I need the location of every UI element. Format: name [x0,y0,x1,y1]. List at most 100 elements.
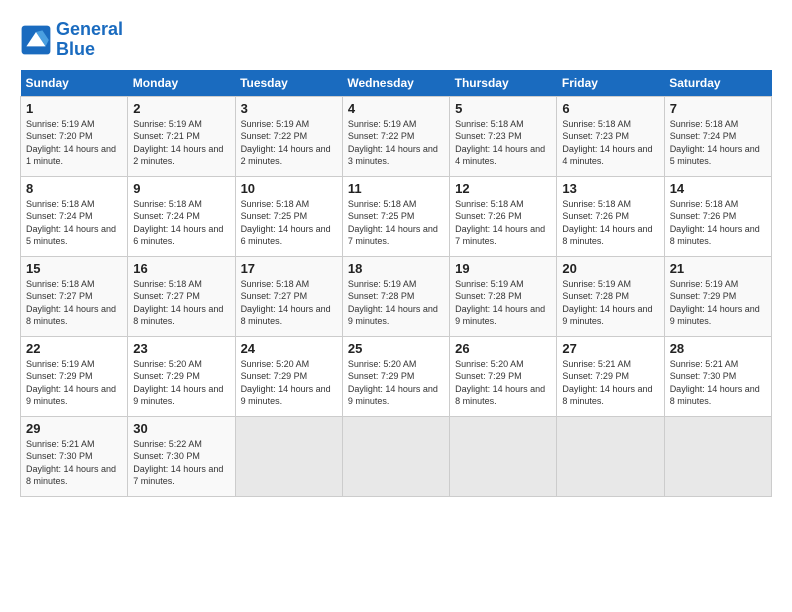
calendar-cell [235,416,342,496]
day-number: 9 [133,181,229,196]
day-number: 1 [26,101,122,116]
day-info: Sunrise: 5:19 AMSunset: 7:29 PMDaylight:… [670,278,766,328]
calendar-cell: 10 Sunrise: 5:18 AMSunset: 7:25 PMDaylig… [235,176,342,256]
day-info: Sunrise: 5:18 AMSunset: 7:26 PMDaylight:… [670,198,766,248]
day-number: 10 [241,181,337,196]
day-info: Sunrise: 5:18 AMSunset: 7:26 PMDaylight:… [455,198,551,248]
day-info: Sunrise: 5:18 AMSunset: 7:27 PMDaylight:… [26,278,122,328]
calendar-cell: 22 Sunrise: 5:19 AMSunset: 7:29 PMDaylig… [21,336,128,416]
calendar-cell: 3 Sunrise: 5:19 AMSunset: 7:22 PMDayligh… [235,96,342,176]
calendar-cell: 25 Sunrise: 5:20 AMSunset: 7:29 PMDaylig… [342,336,449,416]
day-info: Sunrise: 5:18 AMSunset: 7:23 PMDaylight:… [562,118,658,168]
day-info: Sunrise: 5:19 AMSunset: 7:28 PMDaylight:… [348,278,444,328]
calendar-cell: 12 Sunrise: 5:18 AMSunset: 7:26 PMDaylig… [450,176,557,256]
calendar-table: SundayMondayTuesdayWednesdayThursdayFrid… [20,70,772,497]
calendar-cell: 17 Sunrise: 5:18 AMSunset: 7:27 PMDaylig… [235,256,342,336]
day-number: 8 [26,181,122,196]
day-info: Sunrise: 5:18 AMSunset: 7:25 PMDaylight:… [241,198,337,248]
day-info: Sunrise: 5:21 AMSunset: 7:30 PMDaylight:… [670,358,766,408]
calendar-week-5: 29 Sunrise: 5:21 AMSunset: 7:30 PMDaylig… [21,416,772,496]
logo: General Blue [20,20,123,60]
calendar-cell: 28 Sunrise: 5:21 AMSunset: 7:30 PMDaylig… [664,336,771,416]
calendar-cell: 27 Sunrise: 5:21 AMSunset: 7:29 PMDaylig… [557,336,664,416]
day-info: Sunrise: 5:21 AMSunset: 7:30 PMDaylight:… [26,438,122,488]
day-info: Sunrise: 5:20 AMSunset: 7:29 PMDaylight:… [241,358,337,408]
page-header: General Blue [20,20,772,60]
day-info: Sunrise: 5:19 AMSunset: 7:29 PMDaylight:… [26,358,122,408]
day-info: Sunrise: 5:18 AMSunset: 7:24 PMDaylight:… [133,198,229,248]
day-number: 13 [562,181,658,196]
weekday-header-sunday: Sunday [21,70,128,97]
weekday-header-saturday: Saturday [664,70,771,97]
day-info: Sunrise: 5:19 AMSunset: 7:20 PMDaylight:… [26,118,122,168]
calendar-cell: 29 Sunrise: 5:21 AMSunset: 7:30 PMDaylig… [21,416,128,496]
calendar-cell: 15 Sunrise: 5:18 AMSunset: 7:27 PMDaylig… [21,256,128,336]
day-number: 2 [133,101,229,116]
day-info: Sunrise: 5:18 AMSunset: 7:27 PMDaylight:… [133,278,229,328]
day-info: Sunrise: 5:19 AMSunset: 7:22 PMDaylight:… [348,118,444,168]
calendar-cell: 14 Sunrise: 5:18 AMSunset: 7:26 PMDaylig… [664,176,771,256]
weekday-header-tuesday: Tuesday [235,70,342,97]
weekday-header-friday: Friday [557,70,664,97]
day-number: 22 [26,341,122,356]
calendar-header: SundayMondayTuesdayWednesdayThursdayFrid… [21,70,772,97]
day-number: 17 [241,261,337,276]
day-number: 25 [348,341,444,356]
day-info: Sunrise: 5:21 AMSunset: 7:29 PMDaylight:… [562,358,658,408]
weekday-header-monday: Monday [128,70,235,97]
calendar-cell: 8 Sunrise: 5:18 AMSunset: 7:24 PMDayligh… [21,176,128,256]
day-number: 20 [562,261,658,276]
logo-text: General Blue [56,20,123,60]
day-number: 12 [455,181,551,196]
weekday-header-thursday: Thursday [450,70,557,97]
calendar-cell: 16 Sunrise: 5:18 AMSunset: 7:27 PMDaylig… [128,256,235,336]
calendar-week-3: 15 Sunrise: 5:18 AMSunset: 7:27 PMDaylig… [21,256,772,336]
calendar-cell: 19 Sunrise: 5:19 AMSunset: 7:28 PMDaylig… [450,256,557,336]
day-number: 26 [455,341,551,356]
day-number: 27 [562,341,658,356]
day-info: Sunrise: 5:18 AMSunset: 7:26 PMDaylight:… [562,198,658,248]
calendar-cell: 26 Sunrise: 5:20 AMSunset: 7:29 PMDaylig… [450,336,557,416]
calendar-cell: 4 Sunrise: 5:19 AMSunset: 7:22 PMDayligh… [342,96,449,176]
day-number: 28 [670,341,766,356]
day-info: Sunrise: 5:18 AMSunset: 7:25 PMDaylight:… [348,198,444,248]
day-number: 18 [348,261,444,276]
calendar-cell: 6 Sunrise: 5:18 AMSunset: 7:23 PMDayligh… [557,96,664,176]
day-number: 15 [26,261,122,276]
day-number: 7 [670,101,766,116]
day-info: Sunrise: 5:20 AMSunset: 7:29 PMDaylight:… [348,358,444,408]
day-number: 14 [670,181,766,196]
calendar-week-4: 22 Sunrise: 5:19 AMSunset: 7:29 PMDaylig… [21,336,772,416]
calendar-cell: 23 Sunrise: 5:20 AMSunset: 7:29 PMDaylig… [128,336,235,416]
calendar-cell: 20 Sunrise: 5:19 AMSunset: 7:28 PMDaylig… [557,256,664,336]
day-info: Sunrise: 5:19 AMSunset: 7:28 PMDaylight:… [562,278,658,328]
day-number: 21 [670,261,766,276]
day-number: 29 [26,421,122,436]
day-info: Sunrise: 5:19 AMSunset: 7:28 PMDaylight:… [455,278,551,328]
calendar-cell: 7 Sunrise: 5:18 AMSunset: 7:24 PMDayligh… [664,96,771,176]
day-info: Sunrise: 5:19 AMSunset: 7:21 PMDaylight:… [133,118,229,168]
day-number: 23 [133,341,229,356]
calendar-cell [557,416,664,496]
calendar-cell: 1 Sunrise: 5:19 AMSunset: 7:20 PMDayligh… [21,96,128,176]
day-number: 30 [133,421,229,436]
day-number: 19 [455,261,551,276]
day-number: 24 [241,341,337,356]
day-info: Sunrise: 5:18 AMSunset: 7:24 PMDaylight:… [670,118,766,168]
calendar-cell: 9 Sunrise: 5:18 AMSunset: 7:24 PMDayligh… [128,176,235,256]
day-number: 5 [455,101,551,116]
day-info: Sunrise: 5:18 AMSunset: 7:27 PMDaylight:… [241,278,337,328]
calendar-cell [664,416,771,496]
calendar-cell: 2 Sunrise: 5:19 AMSunset: 7:21 PMDayligh… [128,96,235,176]
day-info: Sunrise: 5:22 AMSunset: 7:30 PMDaylight:… [133,438,229,488]
day-number: 11 [348,181,444,196]
calendar-cell [450,416,557,496]
day-number: 3 [241,101,337,116]
day-info: Sunrise: 5:20 AMSunset: 7:29 PMDaylight:… [133,358,229,408]
calendar-cell: 18 Sunrise: 5:19 AMSunset: 7:28 PMDaylig… [342,256,449,336]
calendar-cell: 5 Sunrise: 5:18 AMSunset: 7:23 PMDayligh… [450,96,557,176]
calendar-cell: 21 Sunrise: 5:19 AMSunset: 7:29 PMDaylig… [664,256,771,336]
weekday-header-wednesday: Wednesday [342,70,449,97]
calendar-cell: 30 Sunrise: 5:22 AMSunset: 7:30 PMDaylig… [128,416,235,496]
logo-icon [20,24,52,56]
